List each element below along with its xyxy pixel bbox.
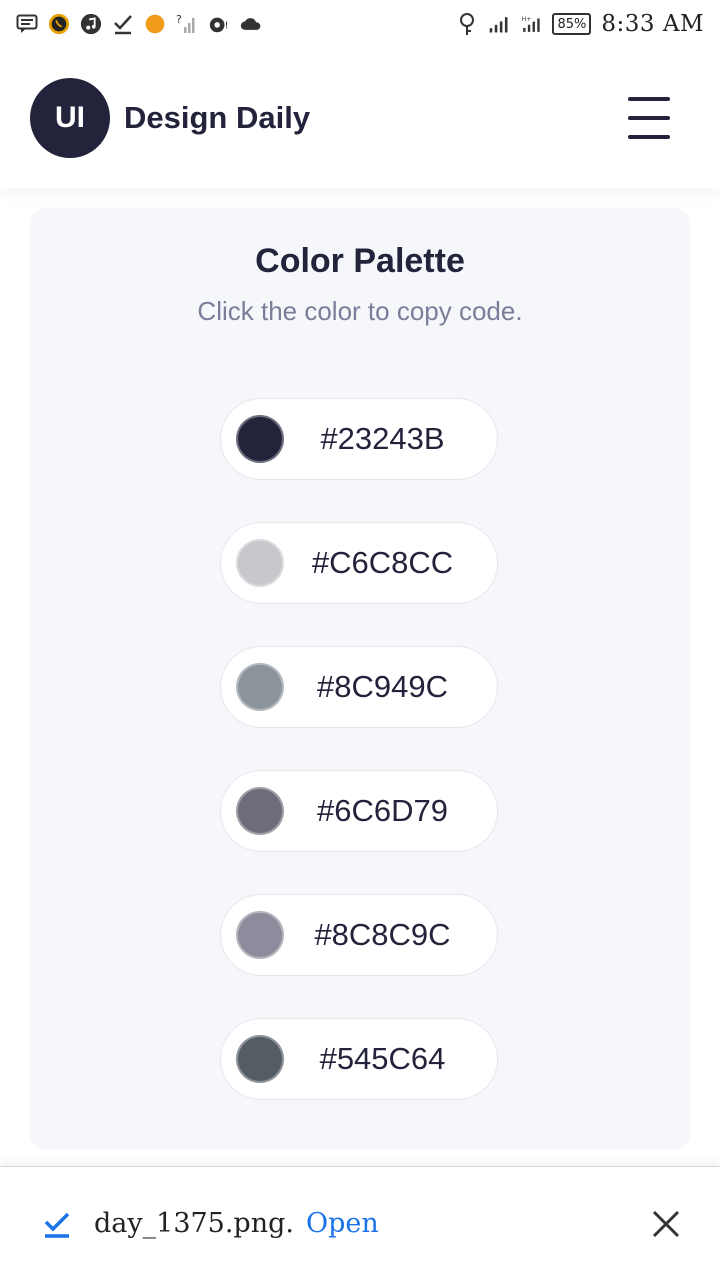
hamburger-line [628, 116, 670, 120]
color-swatch-button[interactable]: #8C8C9C [220, 894, 498, 976]
music-icon [80, 13, 102, 35]
hamburger-icon [628, 97, 670, 101]
svg-text:H+: H+ [522, 16, 532, 23]
color-dot [236, 911, 284, 959]
download-filename: day_1375.png. [94, 1208, 294, 1239]
hplus-signal-icon: H+ [520, 13, 542, 35]
color-swatch-button[interactable]: #23243B [220, 398, 498, 480]
palette-title: Color Palette [255, 242, 465, 280]
menu-button[interactable] [628, 97, 670, 139]
color-dot [236, 415, 284, 463]
signal-icon [488, 13, 510, 35]
color-code: #8C949C [317, 669, 448, 704]
open-link[interactable]: Open [306, 1208, 379, 1239]
whatsapp-icon [48, 13, 70, 35]
color-code: #545C64 [319, 1041, 446, 1076]
download-bar: day_1375.png. Open [0, 1166, 720, 1280]
no-signal-icon: ? [176, 13, 198, 35]
location-icon [456, 13, 478, 35]
svg-text:!: ! [225, 21, 229, 32]
status-time: 8:33 AM [601, 11, 704, 37]
check-icon [112, 13, 134, 35]
status-bar: ? ! H+ 85% 8:33 AM [0, 0, 720, 48]
status-left-icons: ? ! [16, 13, 262, 35]
cloud-icon [240, 13, 262, 35]
app-badge-icon [144, 13, 166, 35]
palette-card: Color Palette Click the color to copy co… [30, 208, 690, 1150]
color-dot [236, 787, 284, 835]
hamburger-line [628, 135, 670, 139]
close-icon [652, 1210, 680, 1237]
close-button[interactable] [646, 1204, 686, 1244]
brand-logo-link[interactable]: UI Design Daily [30, 78, 310, 158]
site-header: UI Design Daily [0, 48, 720, 188]
brand-name: Design Daily [124, 100, 311, 135]
color-dot [236, 663, 284, 711]
color-code: #23243B [320, 421, 445, 456]
palette-subtitle: Click the color to copy code. [197, 296, 523, 326]
color-code: #6C6D79 [317, 793, 448, 828]
color-code: #8C8C9C [314, 917, 451, 952]
camera-icon: ! [208, 13, 230, 35]
color-swatch-button[interactable]: #545C64 [220, 1018, 498, 1100]
color-swatch-button[interactable]: #C6C8CC [220, 522, 498, 604]
color-code: #C6C8CC [311, 545, 454, 580]
download-complete-icon [40, 1207, 74, 1241]
logo-badge: UI [30, 78, 110, 158]
status-right-icons: H+ 85% 8:33 AM [456, 11, 704, 37]
svg-text:?: ? [176, 13, 182, 26]
message-icon [16, 13, 38, 35]
color-dot [236, 1035, 284, 1083]
color-swatch-button[interactable]: #6C6D79 [220, 770, 498, 852]
color-dot [236, 539, 284, 587]
battery-indicator: 85% [552, 13, 592, 35]
color-swatch-button[interactable]: #8C949C [220, 646, 498, 728]
